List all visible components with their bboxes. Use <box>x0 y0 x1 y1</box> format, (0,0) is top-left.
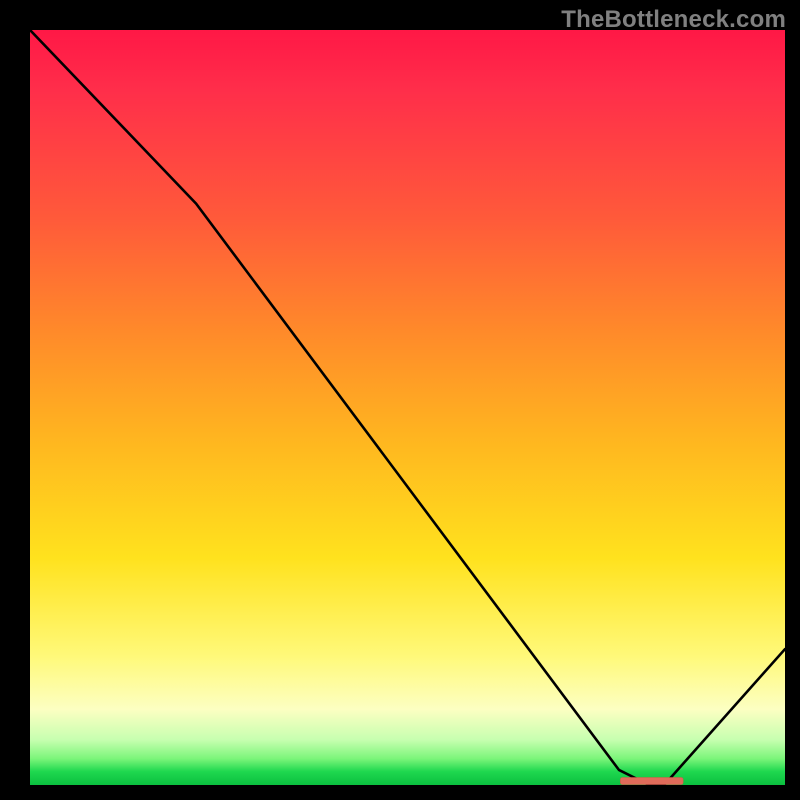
watermark-text: TheBottleneck.com <box>561 6 786 34</box>
chart-container: TheBottleneck.com <box>0 0 800 800</box>
optimal-range-marker <box>620 778 683 785</box>
plot-area <box>30 30 785 785</box>
marker-layer <box>30 30 785 785</box>
